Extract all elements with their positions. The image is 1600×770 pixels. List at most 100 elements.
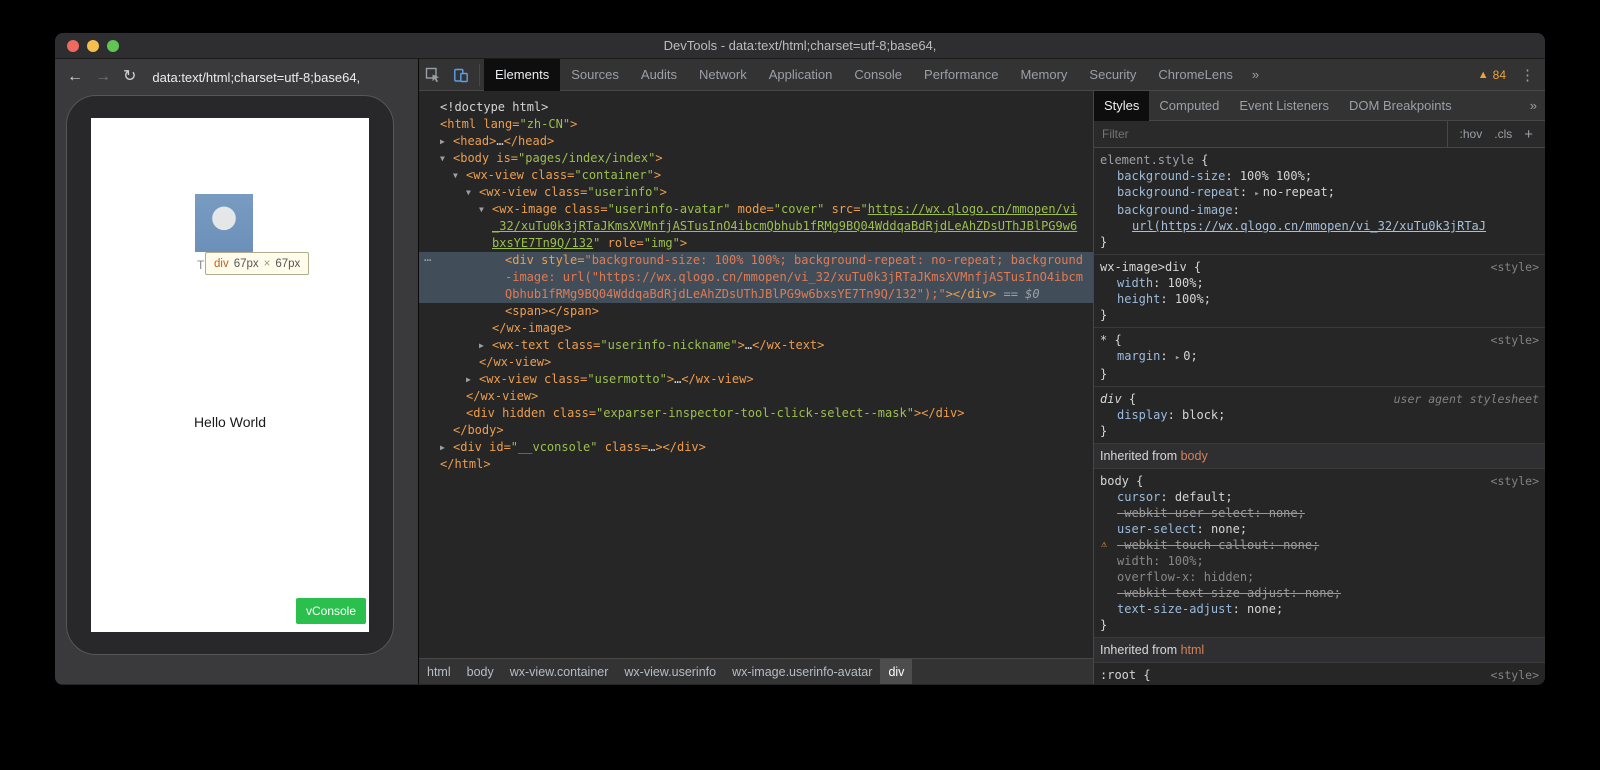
inherited-from-header: Inherited from body xyxy=(1094,444,1545,469)
dom-tree-line[interactable]: ▶<wx-text class="userinfo-nickname">…</w… xyxy=(419,337,1093,354)
dom-tree-line[interactable]: ▼<body is="pages/index/index"> xyxy=(419,150,1093,167)
css-property[interactable]: overflow-x: hidden; xyxy=(1100,569,1539,585)
dom-tree-line[interactable]: ⋯<div style="background-size: 100% 100%;… xyxy=(419,252,1093,303)
breadcrumb-wx-image-userinfo-avatar[interactable]: wx-image.userinfo-avatar xyxy=(724,659,880,685)
overflow-gutter-icon[interactable]: ⋯ xyxy=(424,252,430,269)
tab-security[interactable]: Security xyxy=(1078,59,1147,91)
device-toolbar-icon[interactable] xyxy=(447,59,475,91)
css-property[interactable]: width: 100%; xyxy=(1100,275,1539,291)
css-property[interactable]: cursor: default; xyxy=(1100,489,1539,505)
inspect-element-icon[interactable] xyxy=(419,59,447,91)
minimize-window-button[interactable] xyxy=(87,40,99,52)
rule-selector[interactable]: wx-image>div xyxy=(1100,260,1187,274)
dom-tree-line[interactable]: <html lang="zh-CN"> xyxy=(419,116,1093,133)
twisty-icon[interactable]: ▶ xyxy=(440,133,453,150)
css-property[interactable]: width: 100%; xyxy=(1100,553,1539,569)
code-token: … xyxy=(496,134,503,148)
close-window-button[interactable] xyxy=(67,40,79,52)
rule-origin-link[interactable]: <style> xyxy=(1491,259,1539,275)
rule-selector[interactable]: :root xyxy=(1100,668,1136,682)
dom-tree-line[interactable]: <!doctype html> xyxy=(419,99,1093,116)
sidebar-tab-dom-breakpoints[interactable]: DOM Breakpoints xyxy=(1339,91,1462,121)
twisty-icon[interactable]: ▼ xyxy=(453,167,466,184)
breadcrumb-div[interactable]: div xyxy=(880,659,912,685)
css-property[interactable]: display: block; xyxy=(1100,407,1539,423)
twisty-icon[interactable]: ▶ xyxy=(440,439,453,456)
dom-tree-line[interactable]: </wx-image> xyxy=(419,320,1093,337)
tab-audits[interactable]: Audits xyxy=(630,59,688,91)
twisty-icon[interactable]: ▼ xyxy=(440,150,453,167)
tabs-overflow-chevron[interactable]: » xyxy=(1244,59,1267,91)
styles-tabs-overflow-chevron[interactable]: » xyxy=(1522,90,1545,122)
dom-tree-line[interactable]: <div hidden class="exparser-inspector-to… xyxy=(419,405,1093,422)
css-property[interactable]: user-select: none; xyxy=(1100,521,1539,537)
rule-origin-link[interactable]: <style> xyxy=(1491,667,1539,683)
dom-tree-line[interactable]: ▼<wx-view class="userinfo"> xyxy=(419,184,1093,201)
twisty-icon[interactable]: ▼ xyxy=(479,201,492,218)
expand-value-icon[interactable]: ▸ xyxy=(1175,353,1180,363)
styles-filter-input[interactable] xyxy=(1094,127,1447,141)
node-link-body[interactable]: body xyxy=(1181,449,1208,463)
rule-origin-link[interactable]: user agent stylesheet xyxy=(1394,391,1539,407)
dom-tree-line[interactable]: ▼<wx-image class="userinfo-avatar" mode=… xyxy=(419,201,1093,252)
zoom-window-button[interactable] xyxy=(107,40,119,52)
css-property[interactable]: ⚠-webkit-touch-callout: none; xyxy=(1100,537,1539,553)
dom-tree-line[interactable]: ▶<wx-view class="usermotto">…</wx-view> xyxy=(419,371,1093,388)
breadcrumb-wx-view-container[interactable]: wx-view.container xyxy=(502,659,617,685)
forward-icon[interactable]: → xyxy=(95,69,111,85)
rule-selector[interactable]: body xyxy=(1100,474,1129,488)
rule-selector[interactable]: element.style xyxy=(1100,153,1194,167)
css-property[interactable]: background-repeat: ▸no-repeat; xyxy=(1100,184,1539,202)
rule-origin-link[interactable]: <style> xyxy=(1491,332,1539,348)
breadcrumb-wx-view-userinfo[interactable]: wx-view.userinfo xyxy=(616,659,724,685)
dom-tree-line[interactable]: </html> xyxy=(419,456,1093,473)
rule-origin-link[interactable]: <style> xyxy=(1491,473,1539,489)
css-property[interactable]: height: 100%; xyxy=(1100,291,1539,307)
tab-network[interactable]: Network xyxy=(688,59,758,91)
breadcrumb-html[interactable]: html xyxy=(419,659,459,685)
twisty-icon[interactable]: ▶ xyxy=(466,371,479,388)
vconsole-button[interactable]: vConsole xyxy=(296,598,366,624)
breadcrumb-body[interactable]: body xyxy=(459,659,502,685)
dom-tree-line[interactable]: ▶<div id="__vconsole" class=…></div> xyxy=(419,439,1093,456)
devtools-menu-icon[interactable]: ⋮ xyxy=(1520,66,1535,84)
css-value-link[interactable]: url(https://wx.qlogo.cn/mmopen/vi_32/xuT… xyxy=(1100,218,1539,234)
tab-performance[interactable]: Performance xyxy=(913,59,1009,91)
css-property[interactable]: -webkit-user-select: none; xyxy=(1100,505,1539,521)
css-property[interactable]: margin: ▸0; xyxy=(1100,348,1539,366)
tab-console[interactable]: Console xyxy=(843,59,913,91)
dom-tree-line[interactable]: ▶<head>…</head> xyxy=(419,133,1093,150)
tab-memory[interactable]: Memory xyxy=(1009,59,1078,91)
sidebar-tab-styles[interactable]: Styles xyxy=(1094,91,1149,121)
reload-icon[interactable]: ↻ xyxy=(123,69,136,85)
dom-tree-line[interactable]: ▼<wx-view class="container"> xyxy=(419,167,1093,184)
css-property[interactable]: text-size-adjust: none; xyxy=(1100,601,1539,617)
sidebar-tab-computed[interactable]: Computed xyxy=(1149,91,1229,121)
css-property[interactable]: --safe-area-inset-top: env(safe-area-ins… xyxy=(1100,683,1539,684)
twisty-icon[interactable]: ▶ xyxy=(479,337,492,354)
avatar-highlight[interactable] xyxy=(195,194,253,252)
warnings-badge[interactable]: ▲ 84 xyxy=(1478,68,1506,82)
node-link-html[interactable]: html xyxy=(1181,643,1205,657)
expand-value-icon[interactable]: ▸ xyxy=(1254,189,1259,199)
css-property[interactable]: background-image: xyxy=(1100,202,1539,218)
tab-sources[interactable]: Sources xyxy=(560,59,630,91)
toggle-class-button[interactable]: .cls xyxy=(1494,127,1512,141)
dom-tree-line[interactable]: <span></span> xyxy=(419,303,1093,320)
tab-application[interactable]: Application xyxy=(758,59,844,91)
tab-chromelens[interactable]: ChromeLens xyxy=(1147,59,1243,91)
tab-elements[interactable]: Elements xyxy=(484,59,560,91)
css-property[interactable]: -webkit-text-size-adjust: none; xyxy=(1100,585,1539,601)
dom-tree-line[interactable]: </wx-view> xyxy=(419,388,1093,405)
css-property-name: -webkit-touch-callout xyxy=(1117,538,1269,552)
back-icon[interactable]: ← xyxy=(67,69,83,85)
css-property[interactable]: background-size: 100% 100%; xyxy=(1100,168,1539,184)
address-bar[interactable]: data:text/html;charset=utf-8;base64, xyxy=(152,70,360,85)
toggle-hover-state-button[interactable]: :hov xyxy=(1460,127,1483,141)
twisty-icon[interactable]: ▼ xyxy=(466,184,479,201)
dom-tree-line[interactable]: </wx-view> xyxy=(419,354,1093,371)
dom-tree-line[interactable]: </body> xyxy=(419,422,1093,439)
sidebar-tab-event-listeners[interactable]: Event Listeners xyxy=(1229,91,1339,121)
rule-selector[interactable]: div xyxy=(1100,392,1122,406)
new-style-rule-button[interactable]: + xyxy=(1524,126,1533,143)
